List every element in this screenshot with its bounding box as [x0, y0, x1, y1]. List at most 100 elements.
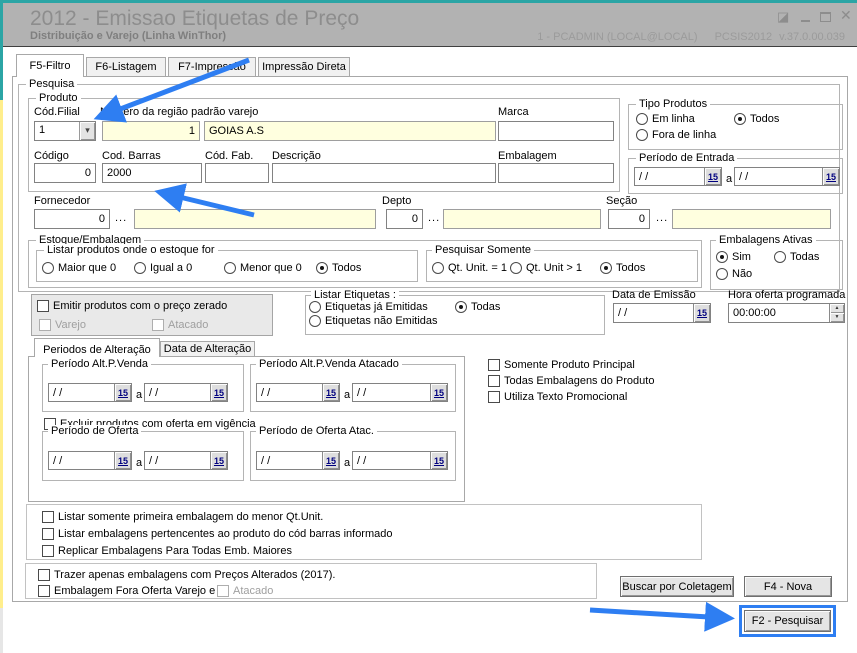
alt-venda-de-field[interactable]: / / 15 [48, 383, 132, 402]
radio-pesquisar-todos[interactable]: Todos [600, 261, 645, 274]
checkbox-somente-principal[interactable]: Somente Produto Principal [488, 358, 635, 371]
tab-f5-filtro[interactable]: F5-Filtro [16, 54, 84, 77]
radio-emb-ativas-nao[interactable]: Não [716, 267, 752, 280]
calendar-icon[interactable]: 15 [704, 168, 721, 185]
radio-estoque-igual[interactable]: Igual a 0 [134, 261, 192, 274]
checkbox-texto-promocional[interactable]: Utiliza Texto Promocional [488, 390, 627, 403]
chevron-down-icon[interactable]: ▾ [79, 122, 95, 140]
secao-nome-field[interactable] [672, 209, 831, 229]
checkbox-todas-embalagens[interactable]: Todas Embalagens do Produto [488, 374, 654, 387]
f2-pesquisar-button[interactable]: F2 - Pesquisar [744, 610, 831, 632]
radio-icon [716, 250, 728, 263]
depto-nome-field[interactable] [443, 209, 601, 229]
periodo-entrada-de-field[interactable]: / / 15 [634, 167, 722, 186]
embalagem-field[interactable] [498, 163, 614, 183]
checkbox-icon [42, 544, 54, 557]
checkbox-varejo: Varejo [39, 318, 86, 331]
radio-etiquetas-ja-emitidas[interactable]: Etiquetas já Emitidas [309, 300, 428, 313]
calendar-icon[interactable]: 15 [114, 452, 131, 469]
secao-lookup-button[interactable]: ... [656, 212, 668, 224]
checkbox-listar-pertencentes[interactable]: Listar embalagens pertencentes ao produt… [42, 527, 393, 540]
oferta-atac-ate-field[interactable]: / / 15 [352, 451, 448, 470]
fornecedor-nome-field[interactable] [134, 209, 376, 229]
marca-field[interactable] [498, 121, 614, 141]
tab-data-alteracao[interactable]: Data de Alteração [160, 341, 255, 356]
calendar-icon[interactable]: 15 [430, 452, 447, 469]
calendar-icon[interactable]: 15 [430, 384, 447, 401]
tab-periodos-alteracao[interactable]: Periodos de Alteração [34, 338, 160, 357]
resize-icon[interactable]: ◪ [777, 10, 789, 23]
produto-legend: Produto [36, 92, 81, 104]
range-separator: a [136, 389, 143, 401]
tab-f7-impressao[interactable]: F7-Impressão [168, 57, 256, 76]
oferta-ate-field[interactable]: / / 15 [144, 451, 228, 470]
checkbox-listar-primeira-embalagem[interactable]: Listar somente primeira embalagem do men… [42, 510, 323, 523]
checkbox-replicar-embalagens[interactable]: Replicar Embalagens Para Todas Emb. Maio… [42, 544, 292, 557]
radio-icon [600, 261, 612, 274]
secao-codigo-field[interactable] [608, 209, 650, 229]
descricao-field[interactable] [272, 163, 496, 183]
radio-estoque-todos[interactable]: Todos [316, 261, 361, 274]
calendar-icon[interactable]: 15 [114, 384, 131, 401]
checkbox-icon [488, 390, 500, 403]
regiao-numero-field[interactable] [102, 121, 200, 141]
regiao-nome-field[interactable] [204, 121, 496, 141]
hora-oferta-field[interactable]: 00:00:00 ▲ ▼ [728, 303, 845, 323]
radio-estoque-maior[interactable]: Maior que 0 [42, 261, 116, 274]
secao-label: Seção [606, 195, 638, 207]
alt-venda-ate-field[interactable]: / / 15 [144, 383, 228, 402]
radio-em-linha[interactable]: Em linha [636, 112, 695, 125]
minimize-icon[interactable] [801, 13, 810, 22]
radio-qt-unit-maior-1[interactable]: Qt. Unit > 1 [510, 261, 582, 274]
calendar-icon[interactable]: 15 [210, 452, 227, 469]
oferta-de-field[interactable]: / / 15 [48, 451, 132, 470]
buscar-coletagem-button[interactable]: Buscar por Coletagem [620, 576, 734, 597]
close-icon[interactable]: ✕ [840, 8, 852, 22]
calendar-icon[interactable]: 15 [210, 384, 227, 401]
calendar-icon[interactable]: 15 [693, 304, 710, 322]
spin-up-icon[interactable]: ▲ [830, 304, 844, 313]
depto-codigo-field[interactable] [386, 209, 423, 229]
alt-venda-atacado-ate-field[interactable]: / / 15 [352, 383, 448, 402]
periodo-alt-venda-atacado-legend: Período Alt.P.Venda Atacado [256, 358, 402, 370]
f2-pesquisar-highlight: F2 - Pesquisar [739, 605, 836, 637]
hora-oferta-label: Hora oferta programada [728, 289, 846, 301]
radio-tipo-todos[interactable]: Todos [734, 112, 779, 125]
checkbox-preco-zerado[interactable]: Emitir produtos com o preço zerado [37, 299, 227, 312]
oferta-atac-de-field[interactable]: / / 15 [256, 451, 340, 470]
periodo-entrada-ate-field[interactable]: / / 15 [734, 167, 840, 186]
cod-filial-select[interactable]: 1 ▾ [34, 121, 96, 141]
depto-lookup-button[interactable]: ... [428, 212, 440, 224]
radio-emb-ativas-sim[interactable]: Sim [716, 250, 751, 263]
spin-down-icon[interactable]: ▼ [830, 313, 844, 322]
checkbox-trazer-precos-alterados[interactable]: Trazer apenas embalagens com Preços Alte… [38, 568, 335, 581]
radio-fora-de-linha[interactable]: Fora de linha [636, 128, 716, 141]
codigo-field[interactable] [34, 163, 96, 183]
radio-etiquetas-nao-emitidas[interactable]: Etiquetas não Emitidas [309, 314, 438, 327]
radio-icon [636, 128, 648, 141]
fornecedor-codigo-field[interactable] [34, 209, 110, 229]
radio-emb-ativas-todas[interactable]: Todas [774, 250, 819, 263]
time-spinner: ▲ ▼ [829, 304, 844, 322]
radio-icon [455, 300, 467, 313]
radio-qt-unit-igual-1[interactable]: Qt. Unit. = 1 [432, 261, 507, 274]
calendar-icon[interactable]: 15 [822, 168, 839, 185]
cod-barras-field[interactable] [102, 163, 202, 183]
radio-etiquetas-todas[interactable]: Todas [455, 300, 500, 313]
alt-venda-atacado-de-field[interactable]: / / 15 [256, 383, 340, 402]
checkbox-fora-oferta-varejo[interactable]: Embalagem Fora Oferta Varejo e [38, 584, 215, 597]
maximize-icon[interactable] [820, 12, 831, 22]
checkbox-icon [38, 568, 50, 581]
data-emissao-field[interactable]: / / 15 [613, 303, 711, 323]
tab-impressao-direta[interactable]: Impressão Direta [258, 57, 350, 76]
fornecedor-lookup-button[interactable]: ... [115, 212, 127, 224]
radio-icon [42, 261, 54, 274]
cod-fab-field[interactable] [205, 163, 269, 183]
calendar-icon[interactable]: 15 [322, 384, 339, 401]
calendar-icon[interactable]: 15 [322, 452, 339, 469]
radio-estoque-menor[interactable]: Menor que 0 [224, 261, 302, 274]
embalagens-ativas-legend: Embalagens Ativas [716, 234, 816, 246]
cod-filial-label: Cód.Filial [34, 106, 80, 118]
tab-f6-listagem[interactable]: F6-Listagem [86, 57, 166, 76]
f4-nova-button[interactable]: F4 - Nova [744, 576, 832, 597]
